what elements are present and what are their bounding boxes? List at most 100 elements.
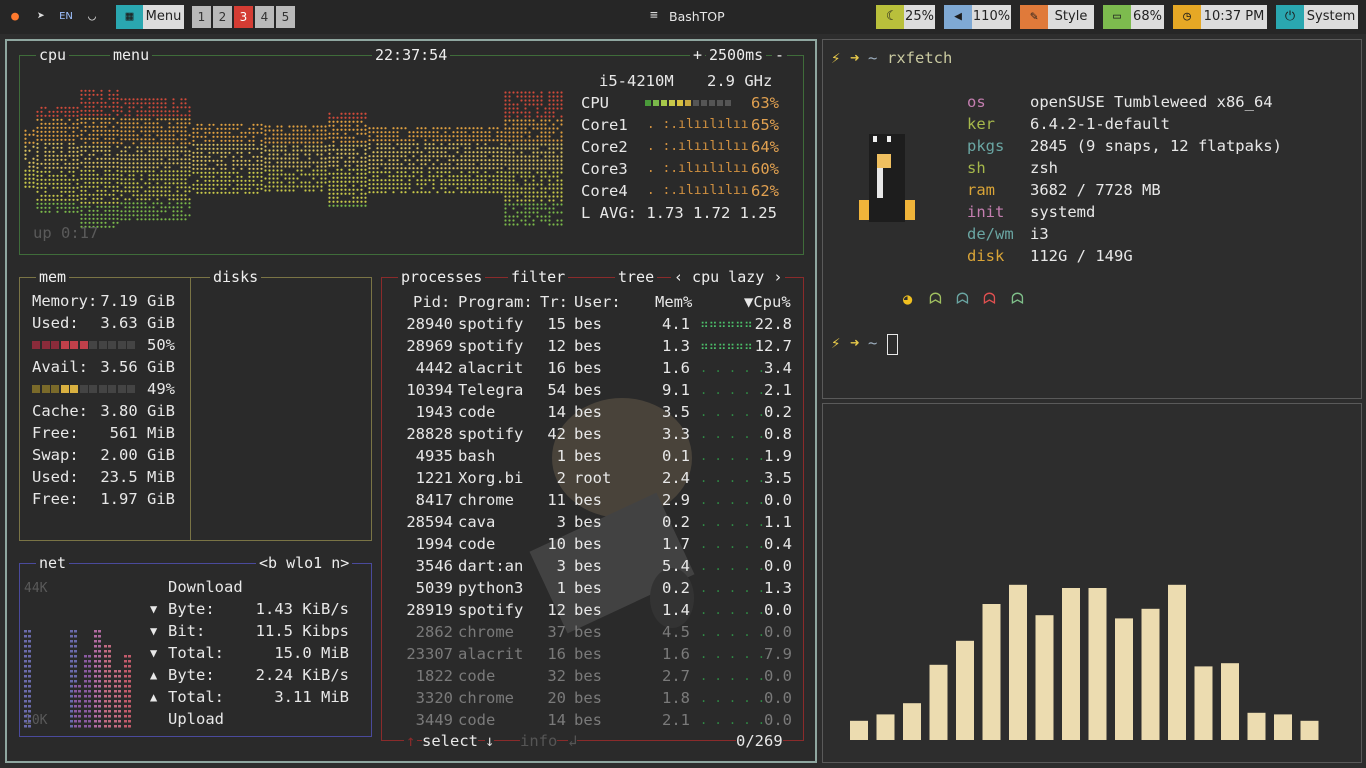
cpu-graph-dot [508, 163, 510, 165]
net-graph-dot [74, 665, 77, 668]
proc-program[interactable]: Telegra [458, 379, 523, 401]
cpu-graph-dot [80, 206, 82, 208]
cpu-graph-dot [196, 152, 198, 154]
firefox-icon[interactable]: ● [6, 8, 24, 26]
cpu-graph-dot [392, 139, 394, 141]
tree-toggle[interactable]: tree [615, 268, 657, 286]
cpu-graph-dot [84, 118, 86, 120]
workspace-3[interactable]: 3 [234, 6, 253, 28]
cpu-graph-dot [108, 90, 110, 92]
cpu-graph-dot [68, 143, 70, 145]
menu-title[interactable]: menu [110, 46, 152, 64]
select-label[interactable]: select [422, 730, 478, 752]
proc-program[interactable]: chrome [458, 489, 514, 511]
cpu-graph-dot [504, 219, 506, 221]
terminal-pane[interactable]: ⚡ ➜ ~ rxfetch os openSUSE Tumbleweed x86_… [822, 39, 1362, 399]
cpu-graph-dot [388, 143, 390, 145]
keyboard-layout[interactable]: EN [57, 8, 75, 26]
filter-button[interactable]: filter [508, 268, 568, 286]
cpu-graph-dot [172, 170, 174, 172]
wifi-icon[interactable]: ◡ [83, 8, 101, 26]
workspace-5[interactable]: 5 [276, 6, 295, 28]
cpu-graph-dot [300, 181, 302, 183]
proc-program[interactable]: code [458, 665, 495, 687]
cpu-graph-dot [116, 146, 118, 148]
proc-program[interactable]: code [458, 709, 495, 731]
cpu-graph-dot [200, 176, 202, 178]
cpu-graph-dot [348, 113, 350, 115]
net-interface-selector[interactable]: <b wlo1 n> [256, 554, 352, 572]
proc-program[interactable]: dart:an [458, 555, 523, 577]
proc-mem: 1.8 [642, 687, 690, 709]
net-graph-dot [84, 700, 87, 703]
cpu-graph-dot [436, 191, 438, 193]
cpu-graph-dot [548, 215, 550, 217]
cpu-graph-dot [328, 181, 330, 183]
cpu-graph-dot [144, 122, 146, 124]
cpu-graph-dot [96, 110, 98, 112]
mem-header[interactable]: Mem% [655, 291, 692, 313]
cpu-graph-dot [152, 186, 154, 188]
cpu-graph-dot [540, 175, 542, 177]
cpu-graph-dot [92, 170, 94, 172]
interval-increase-button[interactable]: + [690, 46, 705, 64]
proc-program[interactable]: Xorg.bi [458, 467, 523, 489]
cpu-graph-dot [396, 151, 398, 153]
proc-program[interactable]: code [458, 401, 495, 423]
cpu-graph-dot [384, 139, 386, 141]
cpu-graph-dot [448, 163, 450, 165]
download-label: Download [168, 576, 243, 598]
cpu-graph-dot [388, 183, 390, 185]
proc-program[interactable]: spotify [458, 313, 523, 335]
cpu-graph-dot [116, 202, 118, 204]
cpu-graph-dot [560, 107, 562, 109]
proc-program[interactable]: alacrit [458, 643, 523, 665]
cpu-graph-dot [128, 146, 130, 148]
proc-program[interactable]: bash [458, 445, 495, 467]
proc-program[interactable]: spotify [458, 423, 523, 445]
cpu-graph-dot [236, 124, 238, 126]
workspace-2[interactable]: 2 [213, 6, 232, 28]
proc-program[interactable]: chrome [458, 621, 514, 643]
proc-program[interactable]: spotify [458, 599, 523, 621]
cpu-graph-dot [316, 153, 318, 155]
user-header[interactable]: User: [574, 291, 621, 313]
cpu-graph-dot [116, 206, 118, 208]
proc-program[interactable]: alacrit [458, 357, 523, 379]
cpu-graph-dot [196, 160, 198, 162]
interval-decrease-button[interactable]: - [772, 46, 787, 64]
proc-program[interactable]: chrome [458, 687, 514, 709]
proc-program[interactable]: code [458, 533, 495, 555]
select-up-icon[interactable]: ↑ [404, 730, 417, 752]
cpu-graph-dot [88, 114, 90, 116]
cpu-graph-dot [192, 152, 194, 154]
cpu-graph-dot [260, 184, 262, 186]
cpu-graph-dot [504, 131, 506, 133]
cpu-graph-dot [24, 134, 26, 136]
cpu-graph-dot [228, 172, 230, 174]
cpu-graph-dot [148, 158, 150, 160]
cpu-graph-dot [176, 214, 178, 216]
cpu-graph-dot [560, 163, 562, 165]
cpu-header[interactable]: ▼Cpu% [744, 291, 791, 313]
proc-program[interactable]: cava [458, 511, 495, 533]
proc-program[interactable]: python3 [458, 577, 523, 599]
pid-header[interactable]: Pid: [413, 291, 450, 313]
sort-selector[interactable]: ‹ cpu lazy › [671, 268, 785, 286]
cpu-graph-dot [324, 145, 326, 147]
threads-header[interactable]: Tr: [540, 291, 568, 313]
proc-user: bes [574, 445, 602, 467]
workspace-1[interactable]: 1 [192, 6, 211, 28]
workspace-4[interactable]: 4 [255, 6, 274, 28]
cpu-graph-dot [280, 161, 282, 163]
cpu-graph-dot [68, 179, 70, 181]
cpu-graph-dot [264, 137, 266, 139]
info-label[interactable]: info [520, 730, 557, 752]
text-cursor[interactable] [887, 334, 898, 355]
cpu-graph-dot [156, 174, 158, 176]
cpu-graph-dot [232, 188, 234, 190]
program-header[interactable]: Program: [458, 291, 533, 313]
telegram-icon[interactable]: ➤ [32, 8, 50, 26]
select-down-icon[interactable]: ↓ [485, 730, 494, 752]
proc-program[interactable]: spotify [458, 335, 523, 357]
